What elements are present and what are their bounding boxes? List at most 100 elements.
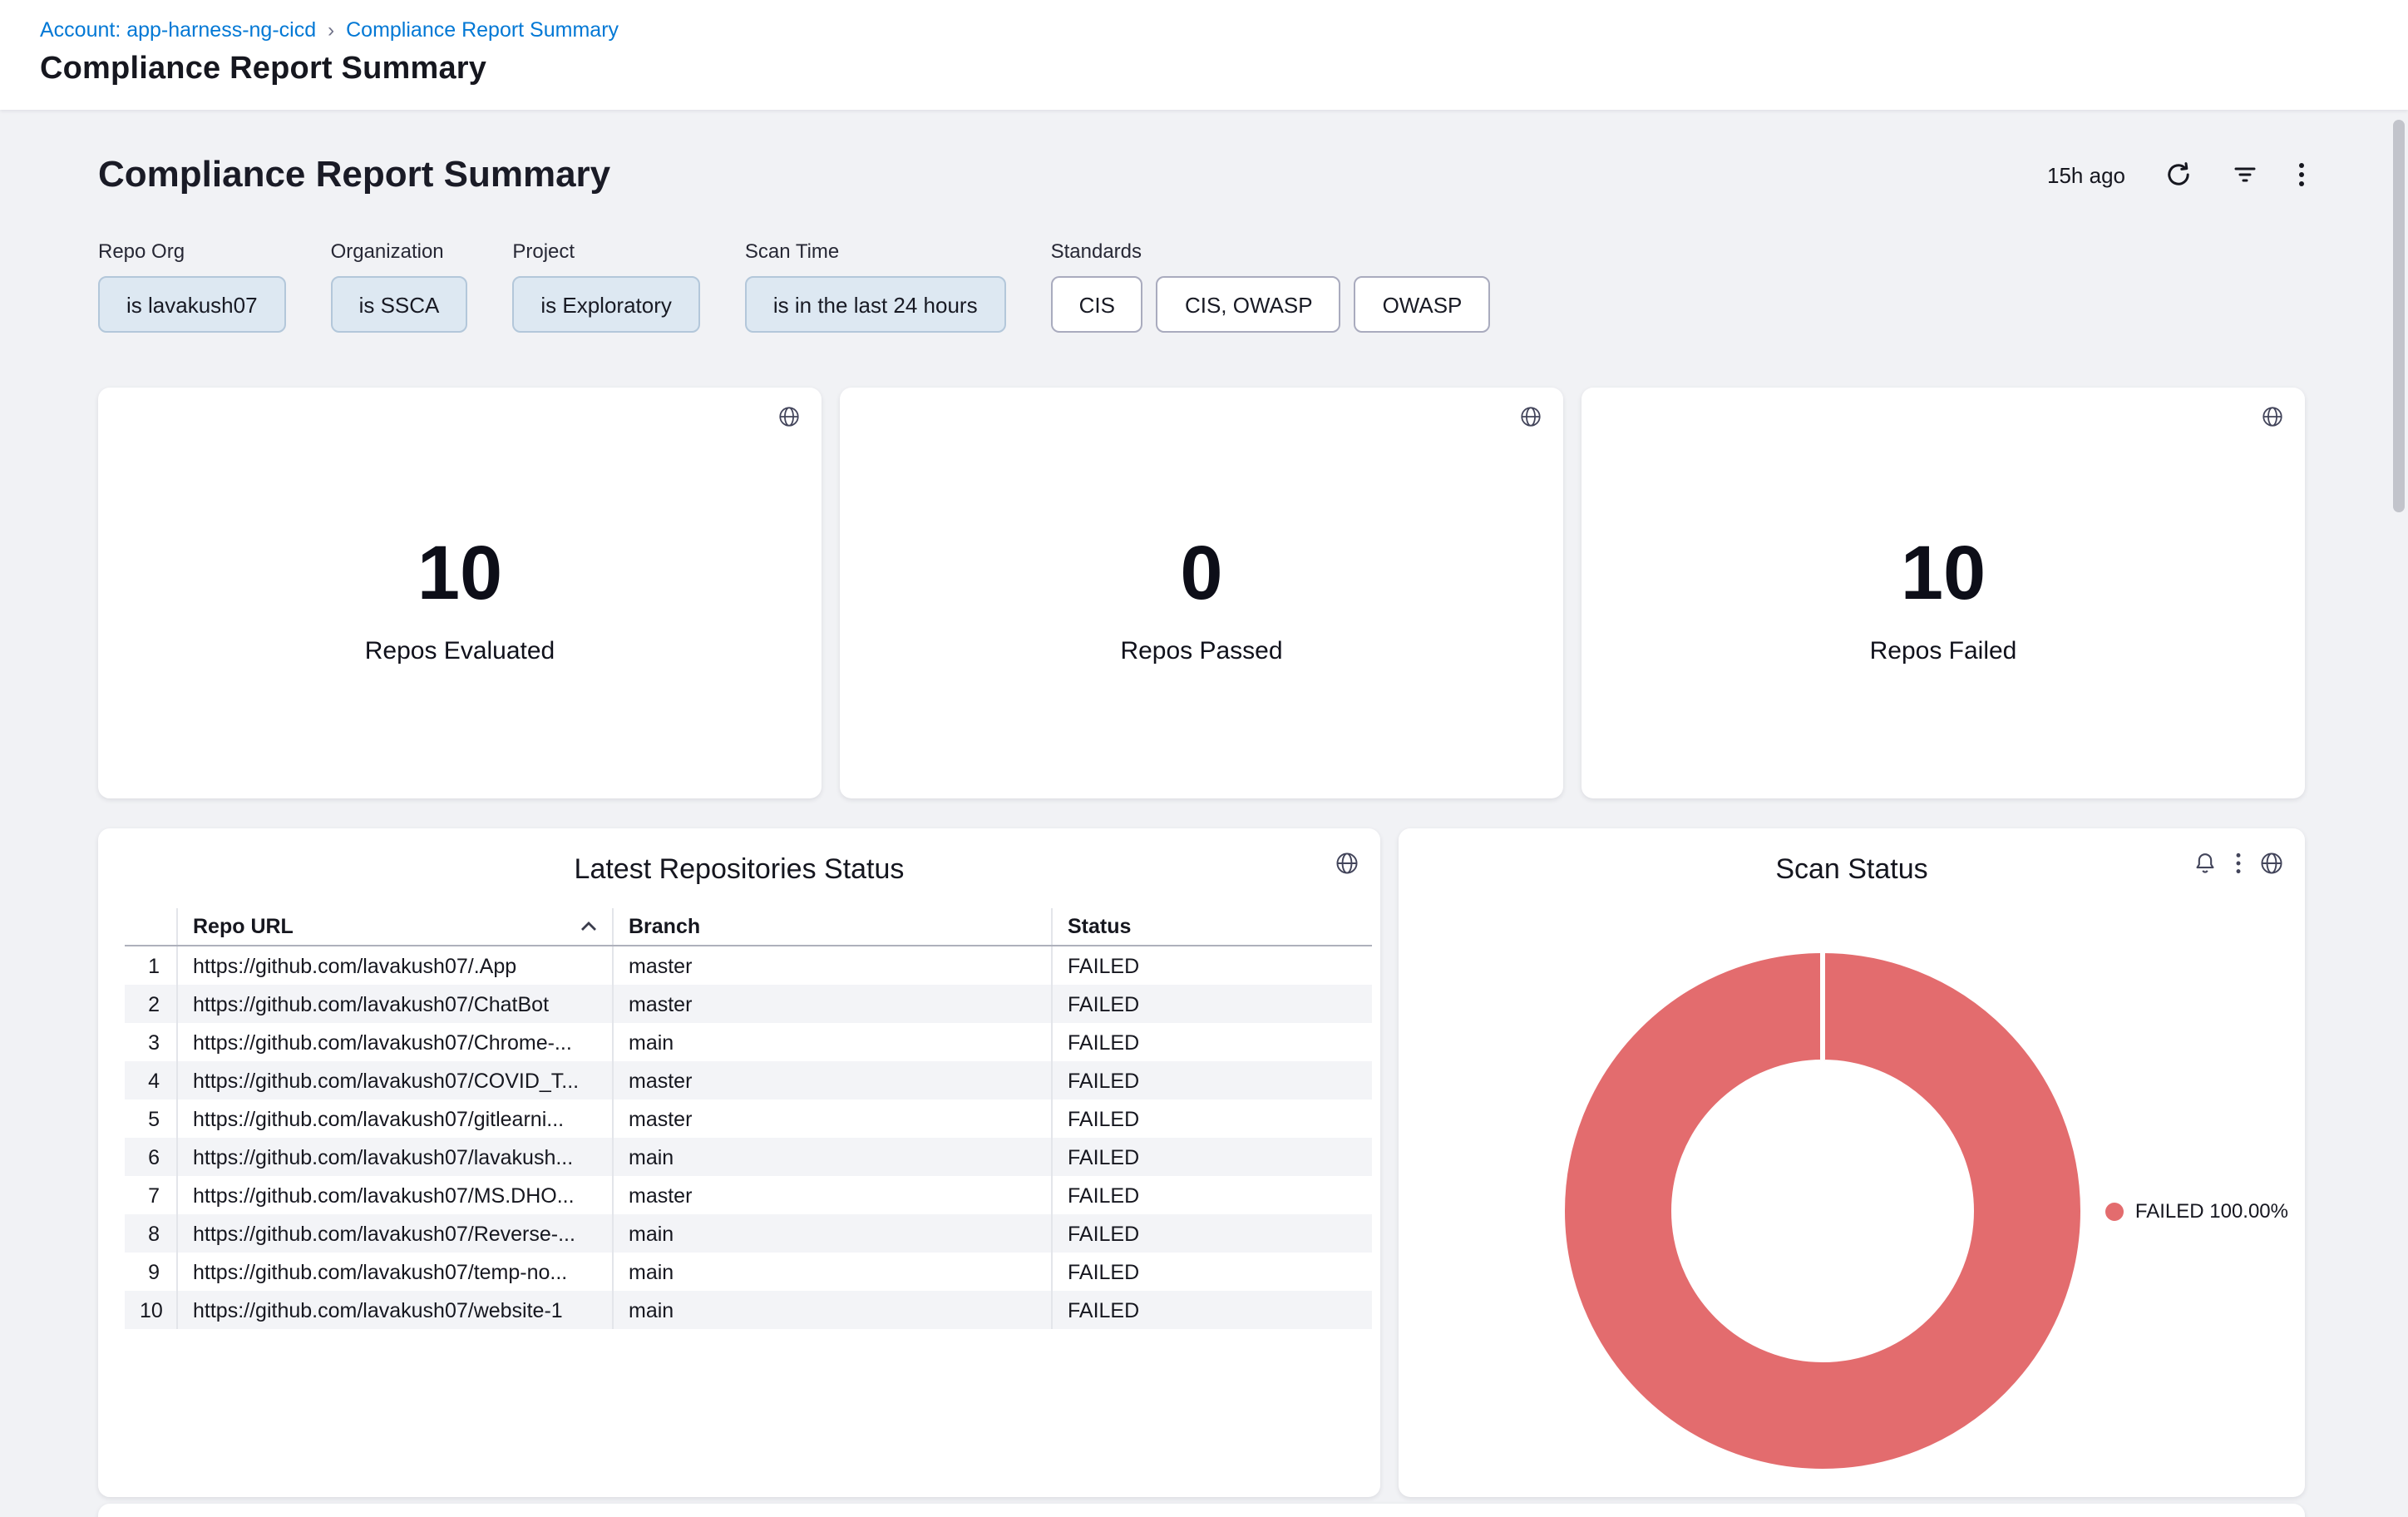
filter-label: Scan Time <box>745 240 1006 263</box>
legend-color-swatch <box>2105 1202 2124 1220</box>
repo-url-cell: https://github.com/lavakush07/.App <box>176 946 612 985</box>
chart-legend[interactable]: FAILED 100.00% <box>2105 1199 2288 1223</box>
repo-url-cell: https://github.com/lavakush07/COVID_T... <box>176 1061 612 1099</box>
row-number: 8 <box>125 1222 176 1245</box>
scan-status-donut-chart[interactable] <box>1565 953 2080 1469</box>
table-row: 8https://github.com/lavakush07/Reverse-.… <box>125 1214 1372 1253</box>
row-number: 5 <box>125 1107 176 1130</box>
status-cell: FAILED <box>1051 1061 1372 1099</box>
repo-url-cell: https://github.com/lavakush07/MS.DHO... <box>176 1176 612 1214</box>
repo-table-title: Latest Repositories Status <box>575 853 905 887</box>
filter-chip-cis[interactable]: CIS <box>1051 276 1143 333</box>
table-row: 7https://github.com/lavakush07/MS.DHO...… <box>125 1176 1372 1214</box>
table-row: 9https://github.com/lavakush07/temp-no..… <box>125 1253 1372 1291</box>
branch-cell: master <box>612 985 1051 1023</box>
repo-table: Repo URL Branch Status 1https://github.c… <box>125 908 1372 1329</box>
globe-icon[interactable] <box>1520 406 1542 427</box>
table-row: 4https://github.com/lavakush07/COVID_T..… <box>125 1061 1372 1099</box>
status-cell: FAILED <box>1051 1099 1372 1138</box>
repo-url-header-label: Repo URL <box>193 915 294 938</box>
table-row: 6https://github.com/lavakush07/lavakush.… <box>125 1138 1372 1176</box>
filter-chip-is-ssca[interactable]: is SSCA <box>331 276 468 333</box>
branch-cell: main <box>612 1023 1051 1061</box>
alerts-bell-icon[interactable] <box>2193 852 2217 875</box>
status-cell: FAILED <box>1051 1214 1372 1253</box>
refresh-icon[interactable] <box>2165 161 2192 188</box>
scan-status-title: Scan Status <box>1775 853 1927 887</box>
status-cell: FAILED <box>1051 1138 1372 1176</box>
dashboard-filters-icon[interactable] <box>2232 161 2258 188</box>
globe-icon[interactable] <box>2260 852 2283 875</box>
next-card-partial <box>98 1504 2305 1517</box>
filter-label: Repo Org <box>98 240 286 263</box>
globe-icon[interactable] <box>1335 852 1359 875</box>
row-number: 4 <box>125 1069 176 1092</box>
stat-card-repos-failed: 10 Repos Failed <box>1581 388 2305 798</box>
filter-chip-is-exploratory[interactable]: is Exploratory <box>512 276 700 333</box>
breadcrumb-current-link[interactable]: Compliance Report Summary <box>346 18 619 42</box>
table-row: 1https://github.com/lavakush07/.Appmaste… <box>125 946 1372 985</box>
column-header-repo-url[interactable]: Repo URL <box>176 908 612 945</box>
globe-icon[interactable] <box>778 406 800 427</box>
row-number: 9 <box>125 1260 176 1283</box>
stat-label: Repos Failed <box>1581 637 2305 665</box>
stat-label: Repos Passed <box>840 637 1563 665</box>
repo-url-cell: https://github.com/lavakush07/Reverse-..… <box>176 1214 612 1253</box>
table-row: 10https://github.com/lavakush07/website-… <box>125 1291 1372 1329</box>
branch-cell: main <box>612 1214 1051 1253</box>
status-cell: FAILED <box>1051 946 1372 985</box>
compliance-report-page: Account: app-harness-ng-cicd › Complianc… <box>0 0 2408 1517</box>
table-row: 2https://github.com/lavakush07/ChatBotma… <box>125 985 1372 1023</box>
filter-label: Organization <box>331 240 468 263</box>
filter-label: Standards <box>1051 240 1491 263</box>
status-cell: FAILED <box>1051 1291 1372 1329</box>
filter-chips: CISCIS, OWASPOWASP <box>1051 276 1491 333</box>
stat-value: 10 <box>1581 527 2305 617</box>
scan-status-card: Scan Status <box>1399 828 2305 1497</box>
globe-icon[interactable] <box>2262 406 2283 427</box>
sort-ascending-icon[interactable] <box>580 922 597 931</box>
branch-cell: main <box>612 1138 1051 1176</box>
stat-label: Repos Evaluated <box>98 637 822 665</box>
page-header: Account: app-harness-ng-cicd › Complianc… <box>0 0 2408 110</box>
column-header-branch[interactable]: Branch <box>612 908 1051 945</box>
breadcrumb-chevron-icon: › <box>328 18 334 42</box>
branch-cell: main <box>612 1291 1051 1329</box>
row-number: 1 <box>125 954 176 977</box>
table-row: 5https://github.com/lavakush07/gitlearni… <box>125 1099 1372 1138</box>
status-cell: FAILED <box>1051 1023 1372 1061</box>
scrollbar-thumb[interactable] <box>2393 120 2405 512</box>
filter-label: Project <box>512 240 700 263</box>
page-title: Compliance Report Summary <box>40 52 2368 88</box>
dashboard-header: Compliance Report Summary 15h ago <box>98 153 2305 196</box>
legend-label: FAILED 100.00% <box>2135 1199 2288 1223</box>
filter-chips: is lavakush07 <box>98 276 286 333</box>
branch-cell: main <box>612 1253 1051 1291</box>
repo-url-cell: https://github.com/lavakush07/temp-no... <box>176 1253 612 1291</box>
branch-cell: master <box>612 1061 1051 1099</box>
filter-chip-owasp[interactable]: OWASP <box>1354 276 1491 333</box>
column-header-status[interactable]: Status <box>1051 908 1372 945</box>
more-options-icon[interactable] <box>2298 161 2305 188</box>
filter-group-standards: Standards CISCIS, OWASPOWASP <box>1051 240 1491 333</box>
filter-chips: is in the last 24 hours <box>745 276 1006 333</box>
dashboard-area: Compliance Report Summary 15h ago Repo O… <box>0 110 2408 1517</box>
filter-group-project: Project is Exploratory <box>512 240 700 333</box>
repo-url-cell: https://github.com/lavakush07/website-1 <box>176 1291 612 1329</box>
breadcrumb-account-link[interactable]: Account: app-harness-ng-cicd <box>40 18 316 42</box>
filter-group-organization: Organization is SSCA <box>331 240 468 333</box>
scrollbar[interactable] <box>2393 116 2405 1510</box>
status-cell: FAILED <box>1051 985 1372 1023</box>
filter-chips: is SSCA <box>331 276 468 333</box>
branch-cell: master <box>612 946 1051 985</box>
stat-value: 0 <box>840 527 1563 617</box>
more-options-icon[interactable] <box>2235 852 2242 875</box>
filter-chip-cis-owasp[interactable]: CIS, OWASP <box>1157 276 1341 333</box>
row-number: 7 <box>125 1183 176 1207</box>
donut-slice-boundary <box>1820 953 1825 1060</box>
stat-value: 10 <box>98 527 822 617</box>
filter-chip-is-in-the-last-24-hours[interactable]: is in the last 24 hours <box>745 276 1006 333</box>
filter-chip-is-lavakush07[interactable]: is lavakush07 <box>98 276 286 333</box>
table-row: 3https://github.com/lavakush07/Chrome-..… <box>125 1023 1372 1061</box>
repo-url-cell: https://github.com/lavakush07/gitlearni.… <box>176 1099 612 1138</box>
